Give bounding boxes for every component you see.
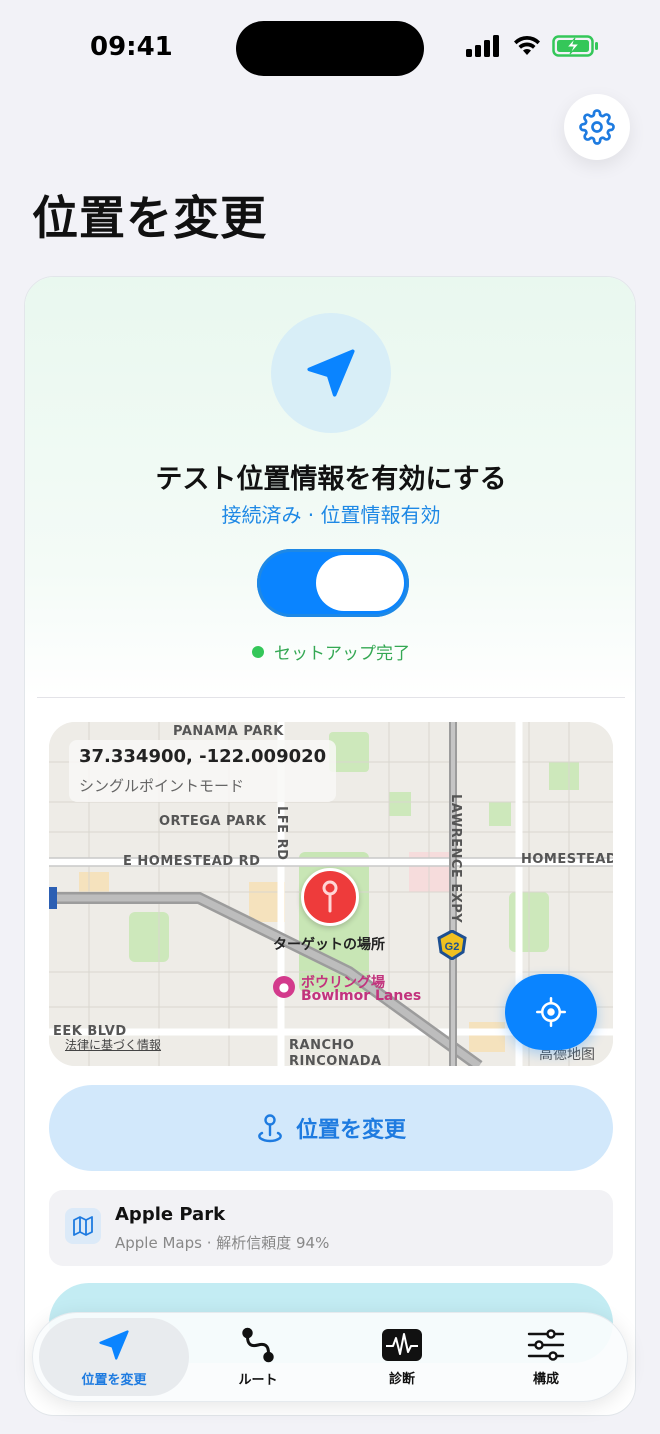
map-icon: [65, 1208, 101, 1244]
coordinates-text: 37.334900, -122.009020: [79, 746, 327, 767]
tab-label: ルート: [238, 1372, 278, 1388]
mock-location-title: テスト位置情報を有効にする: [155, 464, 507, 495]
setup-status-text: セットアップ完了: [274, 644, 410, 664]
mode-text: シングルポイントモード: [79, 777, 245, 795]
legal-link[interactable]: 法律に基づく情報: [65, 1036, 161, 1053]
place-name: Apple Park: [115, 1204, 226, 1225]
recenter-button[interactable]: [505, 974, 597, 1050]
poi-name-en: Bowlmor Lanes: [301, 988, 422, 1004]
pin-icon: [322, 880, 338, 913]
map-label-homestead-right: HOMESTEAD: [521, 852, 613, 867]
tab-change-location[interactable]: 位置を変更: [39, 1318, 189, 1396]
map-label-homestead-rd: E HOMESTEAD RD: [123, 854, 261, 869]
divider: [37, 697, 625, 698]
location-arrow-icon: [99, 1329, 129, 1360]
map-label-lawrence-expy: LAWRENCE EXPY: [448, 794, 463, 924]
waveform-icon: [382, 1328, 422, 1361]
status-dot-icon: [252, 645, 264, 658]
tab-configuration[interactable]: 構成: [471, 1318, 621, 1396]
signal-icon: [466, 35, 499, 57]
connection-status: 接続済み · 位置情報有効: [221, 503, 441, 527]
dynamic-island: [236, 21, 424, 76]
map-label-rancho: RANCHO: [289, 1038, 355, 1053]
tab-route[interactable]: ルート: [183, 1318, 333, 1396]
place-meta: Apple Maps · 解析信頼度 94%: [115, 1234, 330, 1252]
toggle-knob: [316, 555, 404, 611]
tab-bar: 位置を変更 ルート 診断 構成: [32, 1312, 628, 1402]
page-title: 位置を変更: [32, 191, 267, 245]
setup-status: セットアップ完了: [25, 639, 635, 664]
change-location-label: 位置を変更: [295, 1118, 406, 1143]
mock-location-panel: テスト位置情報を有効にする 接続済み · 位置情報有効 セットアップ完了: [25, 277, 635, 697]
wifi-icon: [514, 35, 540, 55]
map-label-panama-park: PANAMA PARK: [173, 724, 284, 739]
map-label-rinconada: RINCONADA: [289, 1054, 382, 1066]
battery-charging-icon: [552, 35, 598, 57]
g2-route-badge: G2: [437, 930, 467, 960]
settings-button[interactable]: [564, 94, 630, 160]
tab-label: 診断: [388, 1371, 415, 1387]
navigation-badge: [271, 313, 391, 433]
map-view[interactable]: 37.334900, -122.009020 シングルポイントモード PANAM…: [49, 722, 613, 1066]
location-card: テスト位置情報を有効にする 接続済み · 位置情報有効 セットアップ完了 37.…: [24, 276, 636, 1416]
status-icons: [466, 34, 600, 58]
tab-diagnostics[interactable]: 診断: [327, 1318, 477, 1396]
tab-label: 構成: [532, 1371, 559, 1387]
route-icon: [242, 1327, 274, 1362]
place-result[interactable]: Apple Park Apple Maps · 解析信頼度 94%: [49, 1190, 613, 1266]
sliders-icon: [527, 1328, 565, 1361]
bowling-poi-icon[interactable]: ●: [273, 976, 295, 998]
crosshair-icon: [536, 997, 566, 1027]
coordinate-readout: 37.334900, -122.009020 シングルポイントモード: [69, 740, 337, 802]
map-label-lfe-rd: LFE RD: [274, 806, 289, 861]
status-time: 09:41: [90, 32, 173, 62]
map-label-ortega-park: ORTEGA PARK: [159, 814, 267, 829]
status-bar: 09:41: [0, 0, 660, 100]
target-label: ターゲットの場所: [273, 937, 385, 953]
location-arrow-icon: [307, 349, 355, 397]
target-pin[interactable]: [301, 868, 359, 926]
change-location-button[interactable]: 位置を変更: [49, 1085, 613, 1171]
tab-label: 位置を変更: [81, 1372, 147, 1388]
g2-label: G2: [445, 941, 460, 953]
mock-location-toggle[interactable]: [257, 549, 409, 617]
gear-icon: [579, 109, 615, 145]
map-pin-icon: [258, 1114, 282, 1143]
